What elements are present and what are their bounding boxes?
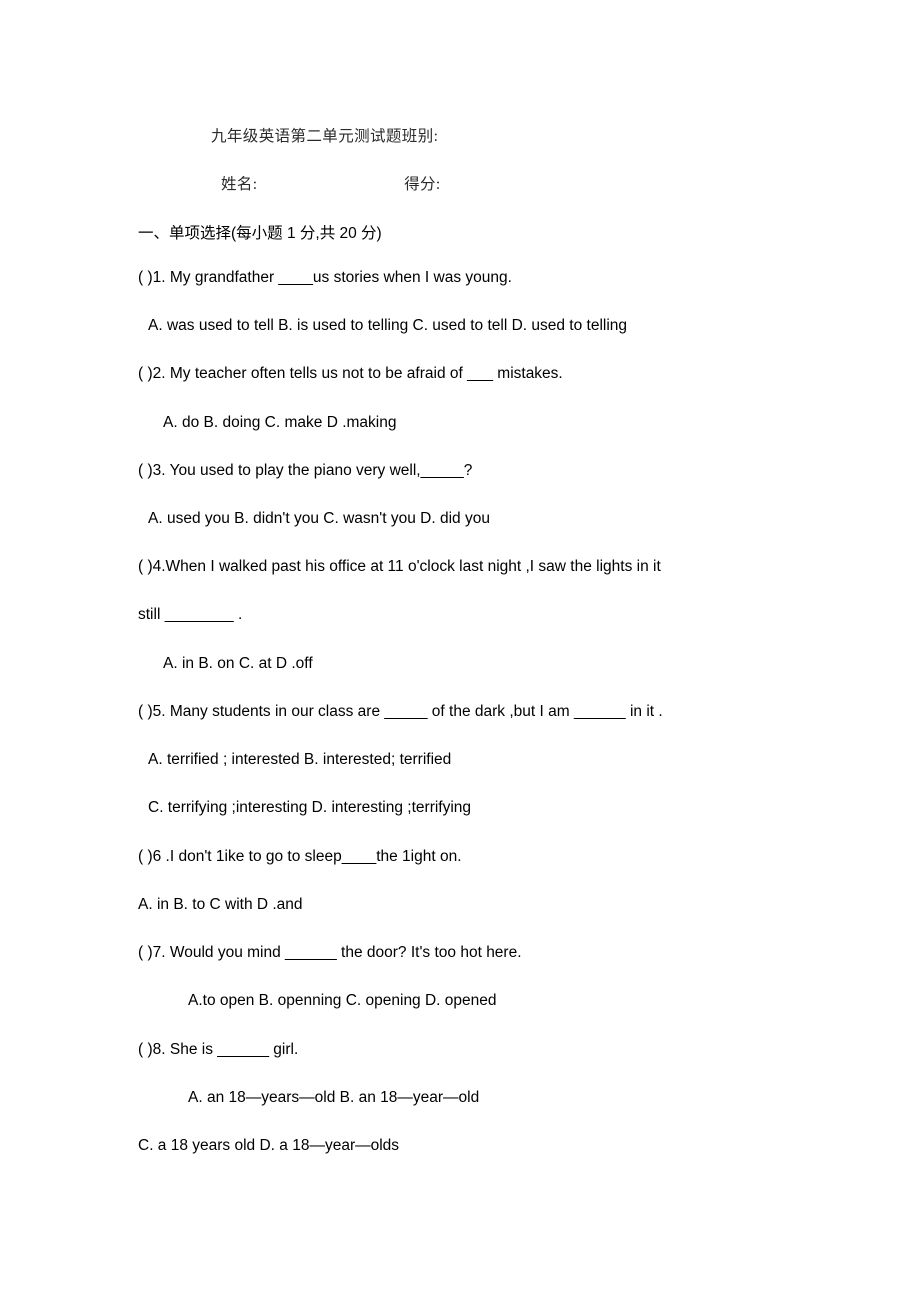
question-3-options: A. used you B. didn't you C. wasn't you … bbox=[148, 510, 490, 527]
exam-paper-page: 九年级英语第二单元测试题班别: 姓名: 得分: 一、单项选择(每小题 1 分,共… bbox=[0, 0, 920, 1302]
question-5-options-row-1: A. terrified ; interested B. interested;… bbox=[148, 751, 452, 768]
question-7-options: A.to open B. openning C. opening D. open… bbox=[188, 992, 497, 1009]
question-8-stem: ( )8. She is ______ girl. bbox=[138, 1041, 299, 1058]
question-3-stem: ( )3. You used to play the piano very we… bbox=[138, 462, 473, 479]
question-2-options: A. do B. doing C. make D .making bbox=[163, 414, 397, 431]
section-heading-multiple-choice: 一、单项选择(每小题 1 分,共 20 分) bbox=[138, 225, 382, 242]
question-4-stem-continuation: still ________ . bbox=[138, 606, 243, 623]
question-2-stem: ( )2. My teacher often tells us not to b… bbox=[138, 365, 563, 382]
student-info-row: 姓名: 得分: bbox=[221, 172, 441, 194]
question-8-options-row-1: A. an 18—years—old B. an 18—year—old bbox=[188, 1089, 480, 1106]
question-4-stem: ( )4.When I walked past his office at 11… bbox=[138, 558, 661, 575]
question-4-options: A. in B. on C. at D .off bbox=[163, 655, 313, 672]
score-label: 得分: bbox=[404, 176, 441, 193]
page-title: 九年级英语第二单元测试题班别: bbox=[211, 128, 439, 145]
name-label: 姓名: bbox=[221, 176, 258, 193]
question-6-options: A. in B. to C with D .and bbox=[138, 896, 303, 913]
question-1-stem: ( )1. My grandfather ____us stories when… bbox=[138, 269, 512, 286]
question-6-stem: ( )6 .I don't 1ike to go to sleep____the… bbox=[138, 848, 462, 865]
question-8-options-row-2: C. a 18 years old D. a 18—year—olds bbox=[138, 1137, 400, 1154]
question-7-stem: ( )7. Would you mind ______ the door? It… bbox=[138, 944, 522, 961]
question-5-options-row-2: C. terrifying ;interesting D. interestin… bbox=[148, 799, 472, 816]
question-1-options: A. was used to tell B. is used to tellin… bbox=[148, 317, 628, 334]
question-5-stem: ( )5. Many students in our class are ___… bbox=[138, 703, 663, 720]
